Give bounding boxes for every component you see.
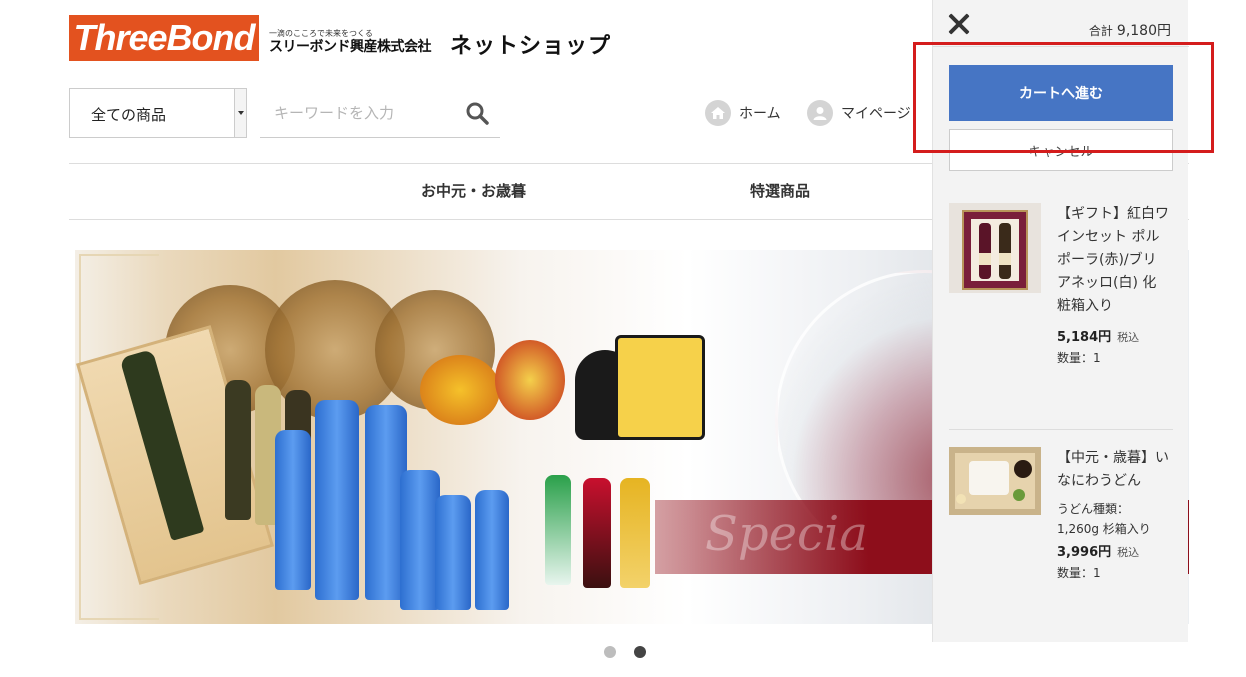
category-select[interactable]: 全ての商品 (69, 88, 247, 138)
close-icon[interactable] (945, 10, 973, 38)
company-name: スリーボンド興産株式会社 (269, 39, 432, 55)
water-bottle-image (315, 400, 359, 600)
cart-item-price: 5,184円 税込 (1057, 330, 1140, 345)
cart-total-value: 9,180円 (1116, 23, 1171, 39)
soda-bottle-image (583, 478, 611, 588)
cart-item-quantity: 数量：1 (1057, 566, 1101, 580)
noodle-cup-image (420, 355, 500, 425)
chevron-down-icon[interactable] (234, 89, 246, 137)
nav-home[interactable]: ホーム (705, 98, 781, 128)
nav-home-label: ホーム (739, 106, 781, 122)
water-bottle-image (435, 495, 471, 610)
wine-bottle-image (225, 380, 251, 520)
cart-item-info: 【中元・歳暮】いなにわうどん うどん種類：1,260g 杉箱入り 3,996円税… (1057, 447, 1169, 581)
food-cart-illustration (615, 335, 705, 440)
menu-item-special[interactable]: 特選商品 (750, 180, 810, 201)
threebond-logo[interactable]: ThreeBond (69, 15, 259, 61)
tax-label: 税込 (1117, 331, 1140, 344)
cancel-button[interactable]: キャンセル (949, 129, 1173, 171)
cart-panel: 合計 9,180円 カートへ進む キャンセル 【ギフト】紅白ワインセット ポルポー… (932, 0, 1189, 642)
search-icon[interactable] (465, 101, 489, 125)
shop-title: ネットショップ (450, 34, 612, 59)
search-input[interactable] (260, 98, 455, 128)
category-selected-value: 全ての商品 (91, 106, 167, 124)
tax-label: 税込 (1117, 546, 1140, 559)
company-tagline: 一滴のこころで未来をつくる (269, 29, 373, 38)
company-block: 一滴のこころで未来をつくる スリーボンド興産株式会社 (269, 29, 432, 55)
water-bottle-image (400, 470, 440, 610)
noodle-cup-image (495, 340, 565, 420)
soda-bottle-image (545, 475, 571, 585)
cart-item-title[interactable]: 【ギフト】紅白ワインセット ポルポーラ(赤)/ブリアネッロ(白) 化粧箱入り (1057, 203, 1169, 318)
cart-item-divider (949, 429, 1173, 430)
water-bottle-image (475, 490, 509, 610)
soda-bottle-image (620, 478, 650, 588)
cart-item-info: 【ギフト】紅白ワインセット ポルポーラ(赤)/ブリアネッロ(白) 化粧箱入り 5… (1057, 203, 1169, 366)
carousel-dot-1[interactable] (604, 646, 616, 658)
menu-item-ochugen[interactable]: お中元・お歳暮 (421, 180, 526, 201)
water-bottle-image (275, 430, 311, 590)
proceed-to-cart-button[interactable]: カートへ進む (949, 65, 1173, 121)
cart-header: 合計 9,180円 (933, 0, 1189, 47)
cart-item-title[interactable]: 【中元・歳暮】いなにわうどん (1057, 447, 1169, 493)
nav-mypage-label: マイページ (841, 106, 911, 122)
cart-total-label: 合計 (1088, 24, 1113, 38)
cart-item-quantity: 数量：1 (1057, 351, 1101, 365)
user-icon (807, 100, 833, 126)
search-box (260, 88, 500, 138)
nav-mypage[interactable]: マイページ (807, 98, 911, 128)
cart-item-description: うどん種類：1,260g 杉箱入り (1057, 502, 1151, 536)
carousel-dot-2[interactable] (634, 646, 646, 658)
wine-set-thumbnail[interactable] (949, 203, 1041, 293)
cart-total: 合計 9,180円 (1089, 20, 1171, 40)
banner-overlay-text: Specia (705, 506, 868, 562)
udon-thumbnail[interactable] (949, 447, 1041, 515)
home-icon (705, 100, 731, 126)
cart-item-price: 3,996円 税込 (1057, 545, 1140, 560)
